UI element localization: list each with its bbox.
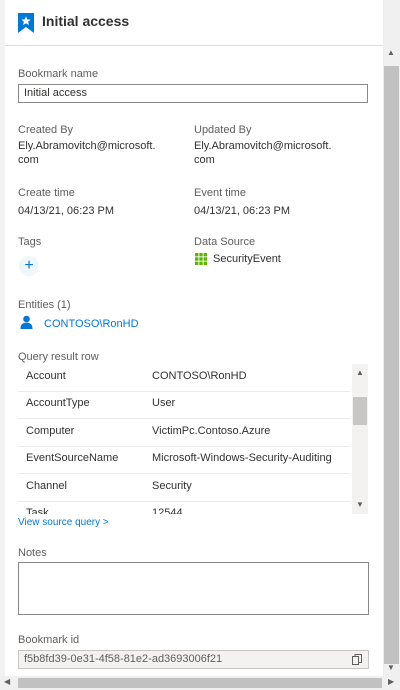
row-key: Channel [26,480,67,492]
scroll-down-arrow-icon[interactable]: ▼ [356,500,364,509]
bookmark-id-value: f5b8fd39-0e31-4f58-81e2-ad3693006f21 [24,653,223,665]
table-row: EventSourceName Microsoft-Windows-Securi… [18,446,350,474]
row-key: Computer [26,425,75,437]
tags-label: Tags [18,236,42,248]
row-value: Microsoft-Windows-Security-Auditing [152,452,332,464]
data-source-label: Data Source [194,236,256,248]
query-table-scrollbar[interactable]: ▲ ▼ [352,364,368,514]
copy-icon[interactable] [352,654,362,665]
scrollbar-thumb[interactable] [18,678,382,688]
created-by-label: Created By [18,124,74,136]
event-time-value: 04/13/21, 06:23 PM [194,205,291,217]
scroll-down-arrow-icon[interactable]: ▼ [387,663,395,672]
query-result-label: Query result row [18,351,99,363]
row-key: Task [26,507,49,514]
bookmark-details-pane: Bookmark name Initial access Created By … [5,0,383,676]
scrollbar-thumb[interactable] [353,397,367,425]
view-source-query-link[interactable]: View source query > [18,516,109,530]
bookmark-id-field: f5b8fd39-0e31-4f58-81e2-ad3693006f21 [18,650,369,669]
bookmark-icon [18,13,34,33]
entity-link-ronhd[interactable]: CONTOSO\RonHD [44,317,139,331]
create-time-value: 04/13/21, 06:23 PM [18,205,115,217]
notes-textarea[interactable] [18,562,369,615]
pane-vertical-scrollbar[interactable]: ▲ ▼ [383,0,400,676]
scrollbar-thumb[interactable] [384,66,399,664]
table-row: Computer VictimPc.Contoso.Azure [18,419,350,447]
data-source-value: SecurityEvent [213,253,281,265]
row-value: 12544 [152,507,183,514]
scroll-up-arrow-icon[interactable]: ▲ [356,368,364,377]
create-time-label: Create time [18,187,75,199]
event-time-label: Event time [194,187,246,199]
pane-header: Initial access [5,0,383,46]
table-row: Account CONTOSO\RonHD [18,364,350,392]
bookmark-id-label: Bookmark id [18,634,80,646]
pane-title: Initial access [42,13,130,29]
table-row: AccountType User [18,391,350,419]
table-row: Task 12544 [18,501,350,514]
created-by-value: Ely.Abramovitch@microsoft. com [18,140,156,166]
row-value: Security [152,480,192,492]
updated-by-label: Updated By [194,124,252,136]
row-value: CONTOSO\RonHD [152,370,247,382]
row-value: User [152,397,176,409]
query-result-table: Account CONTOSO\RonHD AccountType User C… [18,364,368,514]
bookmark-name-label: Bookmark name [18,68,99,80]
scroll-left-arrow-icon[interactable]: ◀ [4,677,10,686]
row-value: VictimPc.Contoso.Azure [152,425,271,437]
scroll-up-arrow-icon[interactable]: ▲ [387,48,395,57]
row-key: AccountType [26,397,90,409]
add-tag-button[interactable]: + [19,256,39,276]
row-key: EventSourceName [26,452,119,464]
row-key: Account [26,370,66,382]
updated-by-value: Ely.Abramovitch@microsoft. com [194,140,332,166]
bookmark-name-input[interactable]: Initial access [18,84,368,103]
user-entity-icon [20,315,33,329]
data-source-grid-icon [195,253,207,265]
table-row: Channel Security [18,474,350,502]
horizontal-scrollbar[interactable]: ◀ ▶ [0,676,400,690]
scroll-right-arrow-icon[interactable]: ▶ [388,677,394,686]
entities-label: Entities (1) [18,299,71,311]
notes-label: Notes [18,547,47,559]
